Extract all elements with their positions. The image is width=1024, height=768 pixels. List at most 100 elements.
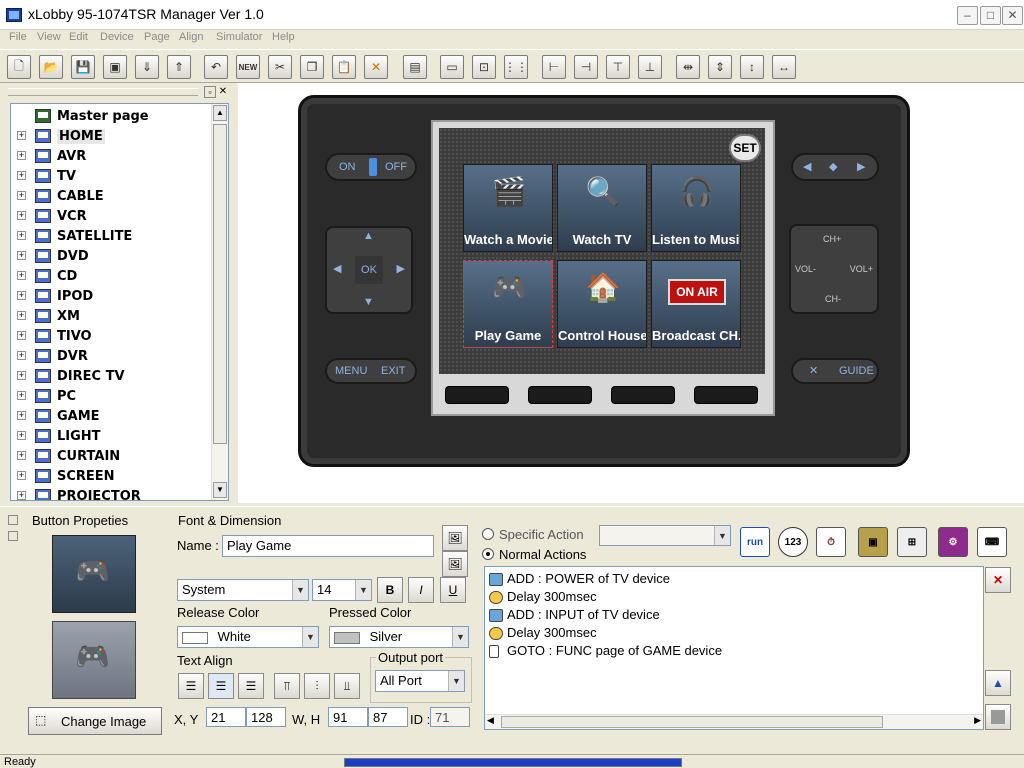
tree-item[interactable]: + SCREEN	[11, 466, 211, 486]
underline-button[interactable]: U	[440, 577, 466, 603]
expand-icon[interactable]: +	[17, 391, 26, 400]
tree-item[interactable]: + VCR	[11, 206, 211, 226]
x-input[interactable]: 21	[206, 707, 246, 727]
tile-control-house[interactable]: 🏠 Control House	[557, 260, 647, 348]
scroll-up-button[interactable]: ▲	[213, 105, 227, 121]
same-height-button[interactable]: ↕	[740, 55, 764, 79]
menu-edit[interactable]: Edit	[69, 31, 88, 43]
tree-item[interactable]: + IPOD	[11, 286, 211, 306]
softkey-1[interactable]	[445, 386, 509, 404]
expand-icon[interactable]: +	[17, 471, 26, 480]
ok-button[interactable]: OK	[355, 256, 383, 284]
delete-action-button[interactable]: ✕	[985, 567, 1011, 593]
align-left-button[interactable]: ⊢	[542, 55, 566, 79]
align-bottom-button[interactable]: ⊥	[638, 55, 662, 79]
normal-actions-radio[interactable]	[482, 548, 494, 560]
save-button[interactable]: 💾	[71, 55, 95, 79]
expand-icon[interactable]: +	[17, 331, 26, 340]
pressed-color-select[interactable]: Silver ▼	[329, 626, 469, 648]
paste-button[interactable]: 📋	[332, 55, 356, 79]
close-button[interactable]: ✕	[1002, 6, 1023, 25]
tile-listen-music[interactable]: 🎧 Listen to Music	[651, 164, 741, 252]
expand-icon[interactable]: +	[17, 411, 26, 420]
align-text-left-button[interactable]: ☰	[178, 673, 204, 699]
tile-broadcast[interactable]: ON AIR Broadcast CH.	[651, 260, 741, 348]
expand-icon[interactable]: +	[17, 251, 26, 260]
expand-icon[interactable]: +	[17, 371, 26, 380]
run-icon[interactable]: run	[740, 527, 770, 557]
vol-ch-pad[interactable]: CH+ VOL- VOL+ CH-	[789, 224, 879, 314]
move-up-button[interactable]: ▲	[985, 670, 1011, 696]
menu-exit-button[interactable]: MENU EXIT	[325, 358, 417, 384]
y-input[interactable]: 128	[246, 707, 286, 727]
delete-button[interactable]: ✕	[364, 55, 388, 79]
design-canvas[interactable]: ON OFF ▲ ▼ ◀ ▶ OK MENU EXIT SET 🎬 Watch a…	[238, 83, 1024, 503]
valign-bottom-button[interactable]: ⫫	[334, 673, 360, 699]
screen-button[interactable]: ▭	[440, 55, 464, 79]
menu-file[interactable]: File	[9, 31, 27, 43]
expand-icon[interactable]: +	[17, 171, 26, 180]
align-top-button[interactable]: ⊤	[606, 55, 630, 79]
tree-item[interactable]: + CABLE	[11, 186, 211, 206]
tree-item[interactable]: + CD	[11, 266, 211, 286]
power-toggle[interactable]: ON OFF	[325, 153, 417, 181]
action-list[interactable]: ADD : POWER of TV device Delay 300msec ADD…	[484, 566, 984, 730]
tree-item[interactable]: + HOME	[11, 126, 211, 146]
change-image-button[interactable]: ⬚ Change Image	[28, 707, 162, 735]
gear-icon[interactable]: ⚙	[938, 527, 968, 557]
hscroll-thumb[interactable]	[501, 716, 883, 728]
tree-item[interactable]: + XM	[11, 306, 211, 326]
center-vertical-button[interactable]: ⇕	[708, 55, 732, 79]
bold-button[interactable]: B	[377, 577, 403, 603]
output-port-select[interactable]: All Port ▼	[375, 670, 465, 692]
scroll-left-icon[interactable]: ◀	[487, 715, 494, 726]
scroll-down-button[interactable]: ▼	[213, 482, 227, 498]
expand-icon[interactable]: +	[17, 231, 26, 240]
tree-item[interactable]: + AVR	[11, 146, 211, 166]
softkey-3[interactable]	[611, 386, 675, 404]
specific-action-select[interactable]: ▼	[599, 525, 731, 546]
align-text-right-button[interactable]: ☰	[238, 673, 264, 699]
expand-icon[interactable]: +	[17, 151, 26, 160]
expand-icon[interactable]: +	[17, 311, 26, 320]
center-horizontal-button[interactable]: ⇹	[676, 55, 700, 79]
expand-icon[interactable]: +	[17, 491, 26, 500]
download-button[interactable]: ⇓	[135, 55, 159, 79]
menu-help[interactable]: Help	[272, 31, 295, 43]
tree-item[interactable]: Master page	[11, 106, 211, 126]
dpad[interactable]: ▲ ▼ ◀ ▶ OK	[325, 226, 413, 314]
tree-item[interactable]: + LIGHT	[11, 426, 211, 446]
align-right-button[interactable]: ⊣	[574, 55, 598, 79]
font-size-select[interactable]: 14 ▼	[312, 579, 372, 601]
panel-close-button[interactable]: ✕	[217, 86, 229, 98]
expand-icon[interactable]: +	[17, 271, 26, 280]
set-button[interactable]: SET	[729, 134, 761, 162]
new-page-button[interactable]: NEW	[236, 55, 260, 79]
softkey-2[interactable]	[528, 386, 592, 404]
open-button[interactable]: 📂	[39, 55, 63, 79]
tree-item[interactable]: + GAME	[11, 406, 211, 426]
menu-view[interactable]: View	[37, 31, 61, 43]
copy-button[interactable]: ❐	[300, 55, 324, 79]
tile-watch-movie[interactable]: 🎬 Watch a Movie	[463, 164, 553, 252]
mute-guide-button[interactable]: ✕ GUIDE	[791, 358, 879, 384]
maximize-button[interactable]: □	[980, 6, 1001, 25]
preview-button[interactable]: ▤	[403, 55, 427, 79]
specific-action-radio[interactable]	[482, 528, 494, 540]
expand-icon[interactable]: +	[17, 351, 26, 360]
pressed-image-preview[interactable]: 🎮	[52, 621, 136, 699]
w-input[interactable]: 91	[328, 707, 368, 727]
tree-scrollbar[interactable]: ▲ ▼	[211, 104, 228, 500]
expand-icon[interactable]: +	[17, 131, 26, 140]
panel-float-button[interactable]: ▫	[204, 86, 216, 98]
numpad-123-icon[interactable]: 123	[778, 527, 808, 557]
menu-device[interactable]: Device	[100, 31, 134, 43]
run-timer-icon[interactable]: ⏱	[816, 527, 846, 557]
minimize-button[interactable]: –	[957, 6, 978, 25]
grid-button[interactable]: ⋮⋮	[504, 55, 528, 79]
same-width-button[interactable]: ↔	[772, 55, 796, 79]
softkey-4[interactable]	[694, 386, 758, 404]
tree-item[interactable]: + PC	[11, 386, 211, 406]
scroll-thumb[interactable]	[213, 124, 227, 444]
release-color-select[interactable]: White ▼	[177, 626, 319, 648]
